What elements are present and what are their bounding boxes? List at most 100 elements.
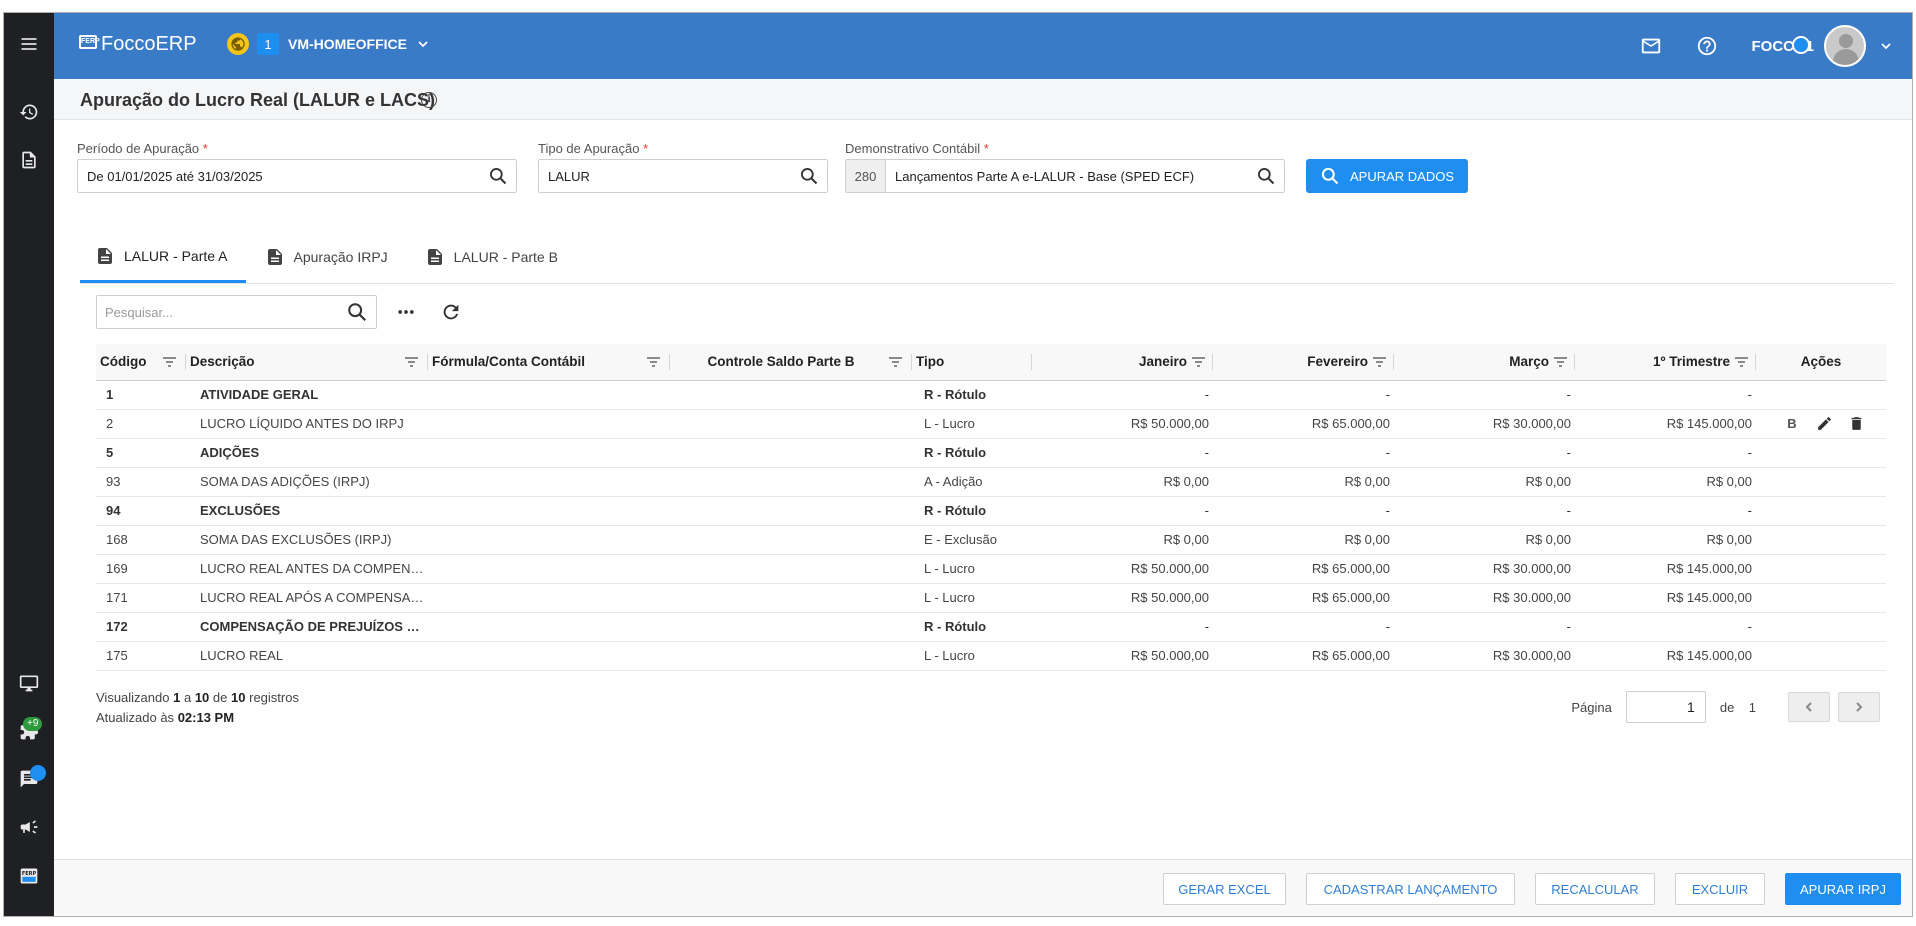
cell-tri: - [1575, 496, 1756, 526]
filter-icon[interactable] [647, 357, 660, 367]
cell-fev: R$ 65.000,00 [1213, 554, 1394, 584]
document-icon [427, 249, 442, 265]
periodo-field[interactable]: De 01/01/2025 até 31/03/2025 [77, 159, 517, 193]
col-formula[interactable]: Fórmula/Conta Contábil [428, 344, 670, 381]
ferp-logo-icon[interactable]: FERP [4, 856, 54, 896]
cell-jan: R$ 50.000,00 [1032, 583, 1213, 613]
avatar[interactable] [1824, 25, 1866, 67]
chat-badge [30, 765, 46, 781]
help-icon[interactable] [1695, 34, 1719, 58]
tab-lalur-parte-b[interactable]: LALUR - Parte B [410, 231, 576, 283]
page-input[interactable]: 1 [1625, 691, 1706, 723]
demonstrativo-value: Lançamentos Parte A e-LALUR - Base (SPED… [895, 168, 1195, 184]
user-menu-chevron-icon[interactable] [1880, 40, 1892, 52]
edit-icon[interactable] [1814, 414, 1834, 434]
table-row[interactable]: 168 SOMA DAS EXCLUSÕES (IRPJ) E - Exclusão… [96, 525, 1886, 555]
cell-acoes [1756, 438, 1886, 468]
filter-icon[interactable] [1735, 357, 1748, 367]
megaphone-icon[interactable] [4, 807, 54, 847]
cell-descricao: SOMA DAS EXCLUSÕES (IRPJ) [186, 525, 428, 555]
lalur-table: Código Descrição Fórmula/Conta Contábil … [96, 344, 1886, 671]
cell-jan: R$ 50.000,00 [1032, 409, 1213, 439]
monitor-icon[interactable] [4, 663, 54, 703]
table-row[interactable]: 172 COMPENSAÇÃO DE PREJUÍZOS F… R - Rótulo… [96, 612, 1886, 642]
next-page-button[interactable] [1838, 692, 1880, 722]
col-controle-saldo[interactable]: Controle Saldo Parte B [670, 344, 912, 381]
refresh-icon[interactable] [438, 299, 464, 325]
cell-jan: - [1032, 496, 1213, 526]
cell-tipo: A - Adição [912, 467, 1032, 497]
table-row[interactable]: 171 LUCRO REAL APÓS A COMPENSA… L - Lucro R… [96, 583, 1886, 613]
document-icon[interactable] [4, 140, 54, 180]
col-marco[interactable]: Março [1394, 344, 1575, 381]
col-janeiro[interactable]: Janeiro [1032, 344, 1213, 381]
tab-apuracao-irpj[interactable]: Apuração IRPJ [250, 231, 406, 283]
search-icon[interactable] [1248, 166, 1284, 186]
excluir-button[interactable]: EXCLUIR [1675, 873, 1765, 905]
filter-icon[interactable] [889, 357, 902, 367]
demonstrativo-field[interactable]: 280 Lançamentos Parte A e-LALUR - Base (… [845, 159, 1285, 193]
cell-formula [428, 467, 670, 497]
table-row[interactable]: 94 EXCLUSÕES R - Rótulo - - - - [96, 496, 1886, 526]
cell-tri: - [1575, 438, 1756, 468]
history-icon[interactable] [4, 92, 54, 132]
search-icon [1321, 167, 1339, 185]
table-search-input[interactable]: Pesquisar... [96, 295, 377, 329]
pagination: Página 1 de 1 [1571, 691, 1880, 723]
gerar-excel-button[interactable]: GERAR EXCEL [1163, 873, 1286, 905]
more-options-icon[interactable] [393, 299, 419, 325]
cell-descricao: EXCLUSÕES [186, 496, 428, 526]
col-trimestre[interactable]: 1º Trimestre [1575, 344, 1756, 381]
col-tipo[interactable]: Tipo [912, 344, 1032, 381]
filter-icon[interactable] [405, 357, 418, 367]
cell-acoes [1756, 380, 1886, 410]
col-descricao[interactable]: Descrição [186, 344, 428, 381]
table-row[interactable]: 169 LUCRO REAL ANTES DA COMPEN… L - Lucro R… [96, 554, 1886, 584]
filter-icon[interactable] [163, 357, 176, 367]
cell-controle [670, 525, 912, 555]
globe-icon [227, 33, 249, 55]
filter-icon[interactable] [1554, 357, 1567, 367]
apurar-dados-label: APURAR DADOS [1349, 168, 1455, 184]
cell-tipo: R - Rótulo [912, 438, 1032, 468]
cell-codigo: 2 [96, 409, 186, 439]
table-row[interactable]: 175 LUCRO REAL L - Lucro R$ 50.000,00 R$ 65.… [96, 641, 1886, 671]
cadastrar-lancamento-button[interactable]: CADASTRAR LANÇAMENTO [1306, 873, 1515, 905]
cell-controle [670, 641, 912, 671]
cell-tipo: L - Lucro [912, 409, 1032, 439]
col-codigo[interactable]: Código [96, 344, 186, 381]
search-icon[interactable] [480, 166, 516, 186]
apurar-dados-button[interactable]: APURAR DADOS [1306, 159, 1468, 193]
apurar-irpj-button[interactable]: APURAR IRPJ [1785, 873, 1901, 905]
prev-page-button[interactable] [1788, 692, 1830, 722]
table-row[interactable]: 2 LUCRO LÍQUIDO ANTES DO IRPJ L - Lucro R$ … [96, 409, 1886, 439]
puzzle-icon[interactable]: +9 [4, 711, 54, 751]
cell-controle [670, 438, 912, 468]
periodo-value: De 01/01/2025 até 31/03/2025 [87, 168, 263, 184]
table-row[interactable]: 93 SOMA DAS ADIÇÕES (IRPJ) A - Adição R$ 0,… [96, 467, 1886, 497]
cell-codigo: 172 [96, 612, 186, 642]
col-fevereiro[interactable]: Fevereiro [1213, 344, 1394, 381]
cell-formula [428, 641, 670, 671]
mail-icon[interactable] [1639, 34, 1663, 58]
table-row[interactable]: 1 ATIVIDADE GERAL R - Rótulo - - - - [96, 380, 1886, 410]
cell-controle [670, 612, 912, 642]
table-row[interactable]: 5 ADIÇÕES R - Rótulo - - - - [96, 438, 1886, 468]
tab-lalur-parte-a[interactable]: LALUR - Parte A [80, 231, 246, 283]
filter-icon[interactable] [1373, 357, 1386, 367]
recalcular-button[interactable]: RECALCULAR [1535, 873, 1655, 905]
tipo-field[interactable]: LALUR [538, 159, 828, 193]
chat-icon[interactable] [4, 759, 54, 799]
delete-icon[interactable] [1846, 414, 1866, 434]
app-logo[interactable]: FERP FoccoERP [79, 33, 197, 56]
environment-selector[interactable]: 1 VM-HOMEOFFICE [227, 33, 429, 55]
page-header: Apuração do Lucro Real (LALUR e LACS) i [54, 79, 1912, 120]
search-icon[interactable] [346, 301, 368, 323]
info-icon[interactable]: i [421, 92, 437, 108]
filter-icon[interactable] [1192, 357, 1205, 367]
b-action-button[interactable]: B [1782, 414, 1802, 434]
menu-icon[interactable] [4, 24, 54, 64]
search-icon[interactable] [791, 166, 827, 186]
cell-descricao: LUCRO REAL [186, 641, 428, 671]
cell-tipo: L - Lucro [912, 583, 1032, 613]
